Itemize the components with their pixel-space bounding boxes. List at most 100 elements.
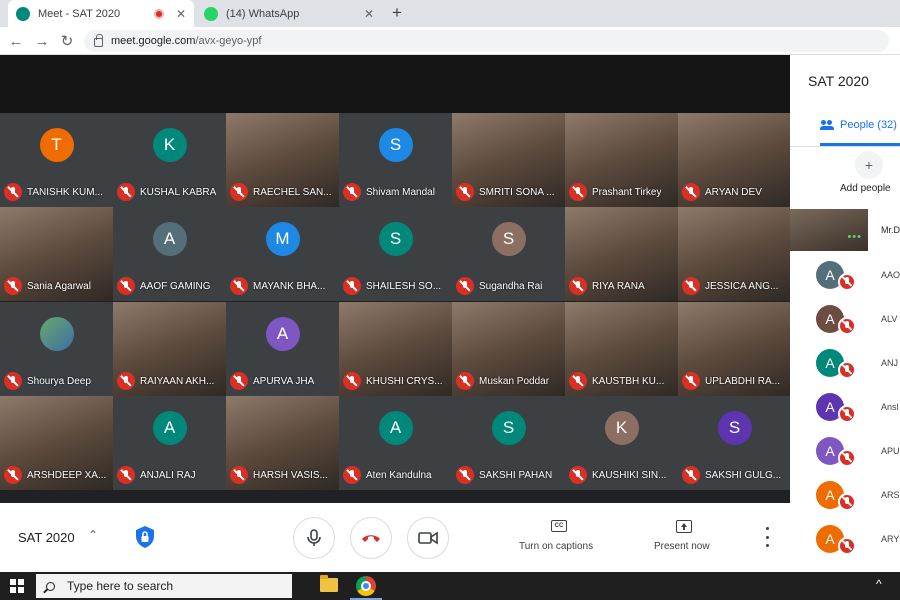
windows-start-icon[interactable] bbox=[10, 579, 24, 593]
participant-list-name: ANJ bbox=[881, 358, 899, 368]
participant-tile[interactable]: RIYA RANA bbox=[565, 207, 678, 301]
participant-tile[interactable]: ARYAN DEV bbox=[678, 113, 791, 207]
participant-caption: RAECHEL SAN... bbox=[230, 183, 337, 201]
participant-tile[interactable]: K KUSHAL KABRA bbox=[113, 113, 226, 207]
participant-tile[interactable]: KHUSHI CRYS... bbox=[339, 302, 452, 396]
tab-meet[interactable]: Meet - SAT 2020 ✕ bbox=[8, 0, 194, 27]
participant-tile[interactable]: RAECHEL SAN... bbox=[226, 113, 339, 207]
participant-tile[interactable]: S SHAILESH SO... bbox=[339, 207, 452, 301]
meeting-controls-bar: SAT 2020 ⌃ CC Turn on captions Present n… bbox=[0, 503, 790, 572]
url-path: /avx-geyo-ypf bbox=[195, 35, 262, 47]
participant-name: AAOF GAMING bbox=[140, 280, 211, 292]
participant-name: Muskan Poddar bbox=[479, 375, 550, 387]
participant-tile[interactable]: S SAKSHI GULG... bbox=[678, 396, 791, 490]
present-now-button[interactable]: Present now bbox=[654, 541, 710, 552]
address-bar[interactable]: meet.google.com/avx-geyo-ypf bbox=[84, 30, 889, 52]
participant-avatar: S bbox=[717, 411, 752, 445]
participant-caption: TANISHK KUM... bbox=[4, 183, 111, 201]
participant-caption: UPLABDHI RA... bbox=[682, 372, 789, 390]
participant-caption: Sania Agarwal bbox=[4, 277, 111, 295]
participant-caption: RAIYAAN AKH... bbox=[117, 372, 224, 390]
participant-name: APURVA JHA bbox=[253, 375, 315, 387]
participant-name: Prashant Tirkey bbox=[592, 186, 662, 198]
participant-list-name: ALV bbox=[881, 314, 898, 324]
participant-tile[interactable]: UPLABDHI RA... bbox=[678, 302, 791, 396]
microphone-off-icon bbox=[230, 183, 248, 201]
participant-tile[interactable]: HARSH VASIS... bbox=[226, 396, 339, 490]
microphone-button[interactable] bbox=[293, 517, 335, 559]
chrome-icon[interactable] bbox=[356, 576, 376, 596]
participant-tile[interactable]: A AAOF GAMING bbox=[113, 207, 226, 301]
taskbar-search-box[interactable]: Type here to search bbox=[36, 574, 292, 598]
participant-caption: KAUSHIKI SIN... bbox=[569, 466, 676, 484]
microphone-off-icon bbox=[838, 537, 856, 555]
leave-call-button[interactable] bbox=[350, 517, 392, 559]
participant-avatar: S bbox=[378, 128, 413, 162]
add-people-button[interactable]: Add people bbox=[840, 183, 891, 194]
file-explorer-icon[interactable] bbox=[320, 575, 338, 592]
windows-taskbar: Type here to search ^ bbox=[0, 572, 900, 600]
microphone-off-icon bbox=[569, 466, 587, 484]
participant-photo-avatar bbox=[39, 317, 74, 351]
back-arrow-icon[interactable]: ← bbox=[6, 31, 26, 51]
participant-tile[interactable]: K KAUSHIKI SIN... bbox=[565, 396, 678, 490]
host-controls-shield-icon[interactable] bbox=[134, 525, 156, 549]
microphone-off-icon bbox=[569, 277, 587, 295]
participant-name: RAECHEL SAN... bbox=[253, 186, 332, 198]
reload-icon[interactable]: ↻ bbox=[57, 31, 77, 51]
people-tab-label: People (32) bbox=[840, 119, 897, 131]
participant-tile[interactable]: S Shivam Mandal bbox=[339, 113, 452, 207]
close-tab-icon[interactable]: ✕ bbox=[364, 7, 374, 21]
participant-avatar: T bbox=[39, 128, 74, 162]
tab-whatsapp[interactable]: (14) WhatsApp ✕ bbox=[196, 0, 382, 27]
participant-caption: AAOF GAMING bbox=[117, 277, 224, 295]
participant-tile[interactable]: Muskan Poddar bbox=[452, 302, 565, 396]
participant-tile[interactable]: S SAKSHI PAHAN bbox=[452, 396, 565, 490]
participant-tile[interactable]: A ANJALI RAJ bbox=[113, 396, 226, 490]
participant-tile[interactable]: A APURVA JHA bbox=[226, 302, 339, 396]
participant-tile[interactable]: JESSICA ANG... bbox=[678, 207, 791, 301]
participant-tile[interactable]: ARSHDEEP XA... bbox=[0, 396, 113, 490]
participant-tile[interactable]: S Sugandha Rai bbox=[452, 207, 565, 301]
add-person-icon[interactable]: + bbox=[855, 151, 883, 179]
participant-tile[interactable]: Prashant Tirkey bbox=[565, 113, 678, 207]
participant-name: KAUSTBH KU... bbox=[592, 375, 665, 387]
participant-tile[interactable]: SMRITI SONA ... bbox=[452, 113, 565, 207]
microphone-off-icon bbox=[569, 183, 587, 201]
participant-tile[interactable]: M MAYANK BHA... bbox=[226, 207, 339, 301]
microphone-off-icon bbox=[4, 277, 22, 295]
captions-button[interactable]: Turn on captions bbox=[519, 541, 593, 552]
close-tab-icon[interactable]: ✕ bbox=[176, 7, 186, 21]
participant-name: UPLABDHI RA... bbox=[705, 375, 781, 387]
participant-name: Sania Agarwal bbox=[27, 280, 91, 292]
microphone-off-icon bbox=[838, 317, 856, 335]
microphone-off-icon bbox=[838, 493, 856, 511]
microphone-off-icon bbox=[682, 372, 700, 390]
tab-people[interactable]: People (32) bbox=[820, 119, 897, 131]
microphone-off-icon bbox=[117, 277, 135, 295]
participant-tile[interactable]: KAUSTBH KU... bbox=[565, 302, 678, 396]
more-options-icon[interactable] bbox=[762, 527, 772, 547]
browser-toolbar: ← → ↻ meet.google.com/avx-geyo-ypf bbox=[0, 27, 900, 55]
participant-avatar: A bbox=[265, 317, 300, 351]
participant-tile[interactable]: A Aten Kandulna bbox=[339, 396, 452, 490]
participant-tile[interactable]: T TANISHK KUM... bbox=[0, 113, 113, 207]
camera-button[interactable] bbox=[407, 517, 449, 559]
participant-caption: ARYAN DEV bbox=[682, 183, 789, 201]
microphone-off-icon bbox=[838, 361, 856, 379]
participant-avatar: A bbox=[152, 411, 187, 445]
closed-captions-icon[interactable]: CC bbox=[551, 520, 567, 532]
participant-name: Sugandha Rai bbox=[479, 280, 543, 292]
participant-caption: SAKSHI PAHAN bbox=[456, 466, 563, 484]
participant-tile[interactable]: RAIYAAN AKH... bbox=[113, 302, 226, 396]
present-screen-icon[interactable] bbox=[676, 520, 692, 533]
participant-tile[interactable]: Shourya Deep bbox=[0, 302, 113, 396]
forward-arrow-icon[interactable]: → bbox=[32, 31, 52, 51]
participant-name: KHUSHI CRYS... bbox=[366, 375, 443, 387]
meeting-details-title[interactable]: SAT 2020 bbox=[18, 530, 75, 545]
participant-tile[interactable]: Sania Agarwal bbox=[0, 207, 113, 301]
new-tab-button[interactable]: + bbox=[392, 3, 402, 23]
tray-chevron-icon[interactable]: ^ bbox=[876, 577, 882, 591]
chevron-up-icon[interactable]: ⌃ bbox=[88, 528, 98, 542]
participant-avatar: A bbox=[378, 411, 413, 445]
